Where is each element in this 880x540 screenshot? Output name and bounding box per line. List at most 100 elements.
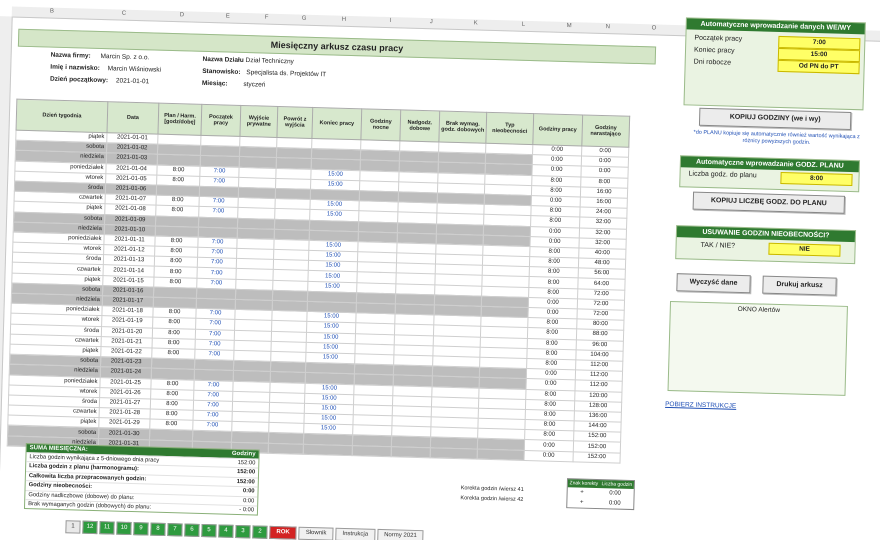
correction-hours-cell[interactable]: 0:00 xyxy=(609,498,621,508)
panel-auto-we-wy: Automatyczne wprowadzanie danych WE/WY P… xyxy=(683,17,866,111)
sheet-tab[interactable]: 2 xyxy=(252,525,268,539)
timesheet-table: Dzień tygodnia Data Plan / Harm. [godz/dob… xyxy=(7,99,630,464)
sheet-tab[interactable]: 4 xyxy=(218,524,234,538)
column-header-3: Początek pracy xyxy=(200,104,241,137)
column-header-10: Typ nieobecności xyxy=(485,112,534,145)
correction-hours-cell[interactable]: 0:00 xyxy=(609,488,621,498)
correction-labels: Korekta godzin /wiersz 41 Korekta godzin… xyxy=(460,483,524,505)
cumulative-hours-cell[interactable]: 152:00 xyxy=(573,451,621,463)
sheet-tab[interactable]: 9 xyxy=(133,522,149,536)
sheet-tab[interactable]: 11 xyxy=(99,521,115,535)
sheet-tab[interactable]: 6 xyxy=(184,523,200,537)
name-field: Imię i nazwisko: Marcin Wiśniowski xyxy=(50,63,162,74)
correction-sign-cell[interactable]: + xyxy=(580,488,584,498)
summary-col-header: Godziny xyxy=(231,450,256,458)
correction-box: Znak korekty Liczba godzin +0:00 +0:00 xyxy=(566,478,636,511)
summary-value: - 0:00 xyxy=(239,506,255,514)
absence-type-cell[interactable] xyxy=(477,448,525,461)
spreadsheet-window: BCDEFGHIJKLMNOPQ 12345678910111213141516… xyxy=(0,0,880,540)
column-header[interactable]: K xyxy=(474,20,478,26)
column-header[interactable]: L xyxy=(522,22,526,28)
position-value[interactable]: Specjalista ds. Projektów IT xyxy=(246,69,326,78)
sheet-tab[interactable]: 8 xyxy=(150,522,166,536)
column-header-2: Plan / Harm. [godz/dobę] xyxy=(157,103,202,136)
column-header-4: Wyjście prywatne xyxy=(239,105,278,138)
plan-hours-input[interactable]: 8:00 xyxy=(780,172,853,187)
column-header[interactable]: J xyxy=(430,19,433,25)
absence-input[interactable]: NIE xyxy=(768,242,841,257)
column-header[interactable]: C xyxy=(122,11,127,17)
summary-label: Godziny nieobecności: xyxy=(28,482,93,491)
column-header[interactable]: D xyxy=(180,12,185,18)
panel-we-title: Automatyczne wprowadzanie danych WE/WY xyxy=(686,18,865,35)
firm-field: Nazwa firmy: Marcin Sp. z o.o. xyxy=(50,51,150,62)
summary-value: 0:00 xyxy=(242,497,255,505)
absence-label: TAK / NIE? xyxy=(700,241,736,250)
print-sheet-button[interactable]: Drukuj arkusz xyxy=(762,275,837,296)
end-time-label: Koniec pracy xyxy=(693,46,735,55)
column-header[interactable]: G xyxy=(302,16,307,22)
sheet-tab[interactable]: 10 xyxy=(116,521,132,536)
sheet-tab[interactable]: Instrukcja xyxy=(335,527,376,540)
workdays-input[interactable]: Od PN do PT xyxy=(777,59,860,75)
column-header[interactable]: H xyxy=(342,17,347,23)
correction-sign-cell[interactable]: + xyxy=(580,498,584,508)
missing-hours-cell[interactable] xyxy=(430,447,478,459)
dept-field: Nazwa Działu Dział Techniczny xyxy=(202,55,294,66)
firm-value[interactable]: Marcin Sp. z o.o. xyxy=(100,53,149,61)
alerts-window: OKNO Alertów xyxy=(667,300,848,396)
column-header[interactable]: I xyxy=(390,18,392,24)
panel-auto-plan: Automatyczne wprowadzanie GODZ. PLANU Li… xyxy=(679,155,861,193)
column-header-8: Nadgodz. dobowe xyxy=(399,109,440,142)
panel-plan-title: Automatyczne wprowadzanie GODZ. PLANU xyxy=(680,156,860,173)
plan-hours-label: Liczba godz. do planu xyxy=(688,170,757,180)
overtime-cell[interactable] xyxy=(391,446,431,458)
summary-value: 152:00 xyxy=(236,478,255,486)
sheet-tab[interactable]: 3 xyxy=(235,524,251,539)
download-instructions-link[interactable]: POBIERZ INSTRUKCJE xyxy=(665,401,736,410)
start-date-value[interactable]: 2021-01-01 xyxy=(116,77,149,85)
column-header-1: Data xyxy=(107,101,159,135)
sheet-tab[interactable]: 12 xyxy=(82,520,98,535)
column-header-11: Godziny pracy xyxy=(532,113,583,146)
start-time-label: Początek pracy xyxy=(694,34,743,43)
sheet-tab[interactable]: 7 xyxy=(167,523,183,537)
end-cell[interactable] xyxy=(303,443,353,456)
position-field: Stanowisko: Specjalista ds. Projektów IT xyxy=(202,67,327,79)
column-header-6: Koniec pracy xyxy=(311,107,362,140)
clear-data-button[interactable]: Wyczyść dane xyxy=(676,273,751,294)
alerts-title: OKNO Alertów xyxy=(737,305,781,315)
month-value[interactable]: styczeń xyxy=(243,81,265,89)
summary-value: 152:00 xyxy=(236,469,256,476)
column-header[interactable]: E xyxy=(226,13,230,19)
column-header-5: Powrót z wyjścia xyxy=(276,106,313,139)
night-hours-cell[interactable] xyxy=(352,445,392,457)
copy-hours-note: *do PLANU kopiuje się automatycznie równ… xyxy=(693,129,860,146)
work-hours-cell[interactable]: 0:00 xyxy=(524,450,574,462)
monthly-summary: SUMA MIESIĘCZNA: Godziny Liczba godzin wy… xyxy=(23,443,260,516)
column-header[interactable]: O xyxy=(652,25,657,31)
month-field: Miesiąc: styczeń xyxy=(201,79,266,89)
copy-hours-button[interactable]: KOPIUJ GODZINY (we i wy) xyxy=(698,107,852,130)
column-header-12: Godziny narastająco xyxy=(581,114,630,148)
column-header[interactable]: F xyxy=(265,15,269,21)
sheet-tab[interactable]: ROK xyxy=(269,525,297,540)
worksheet: BCDEFGHIJKLMNOPQ 12345678910111213141516… xyxy=(0,6,880,540)
sheet-tab[interactable]: Normy 2021 xyxy=(376,528,424,540)
column-header-9: Brak wymag. godz. dobowych xyxy=(438,110,487,144)
sheet-tab[interactable]: 5 xyxy=(201,523,217,538)
sheet-tabs: 1 12 11 10 9 8 7 6 5 4 3 2 ROK Słownik Instrukcja Normy… xyxy=(65,520,424,540)
copy-plan-hours-button[interactable]: KOPIUJ LICZBĘ GODZ. DO PLANU xyxy=(692,191,846,214)
dept-value[interactable]: Dział Techniczny xyxy=(245,57,293,65)
workdays-label: Dni robocze xyxy=(693,58,732,67)
sheet-tab[interactable]: Słownik xyxy=(298,526,334,540)
sheet-tab[interactable]: 1 xyxy=(65,520,81,534)
column-header[interactable]: B xyxy=(50,9,54,15)
return-cell[interactable] xyxy=(268,442,304,455)
correction-label-42: Korekta godzin /wiersz 42 xyxy=(460,495,524,503)
name-value[interactable]: Marcin Wiśniowski xyxy=(108,65,162,73)
start-date-field: Dzień początkowy: 2021-01-01 xyxy=(49,75,150,86)
column-header-7: Godziny nocne xyxy=(360,108,401,141)
column-header[interactable]: M xyxy=(567,23,572,29)
column-header[interactable]: N xyxy=(606,24,611,30)
